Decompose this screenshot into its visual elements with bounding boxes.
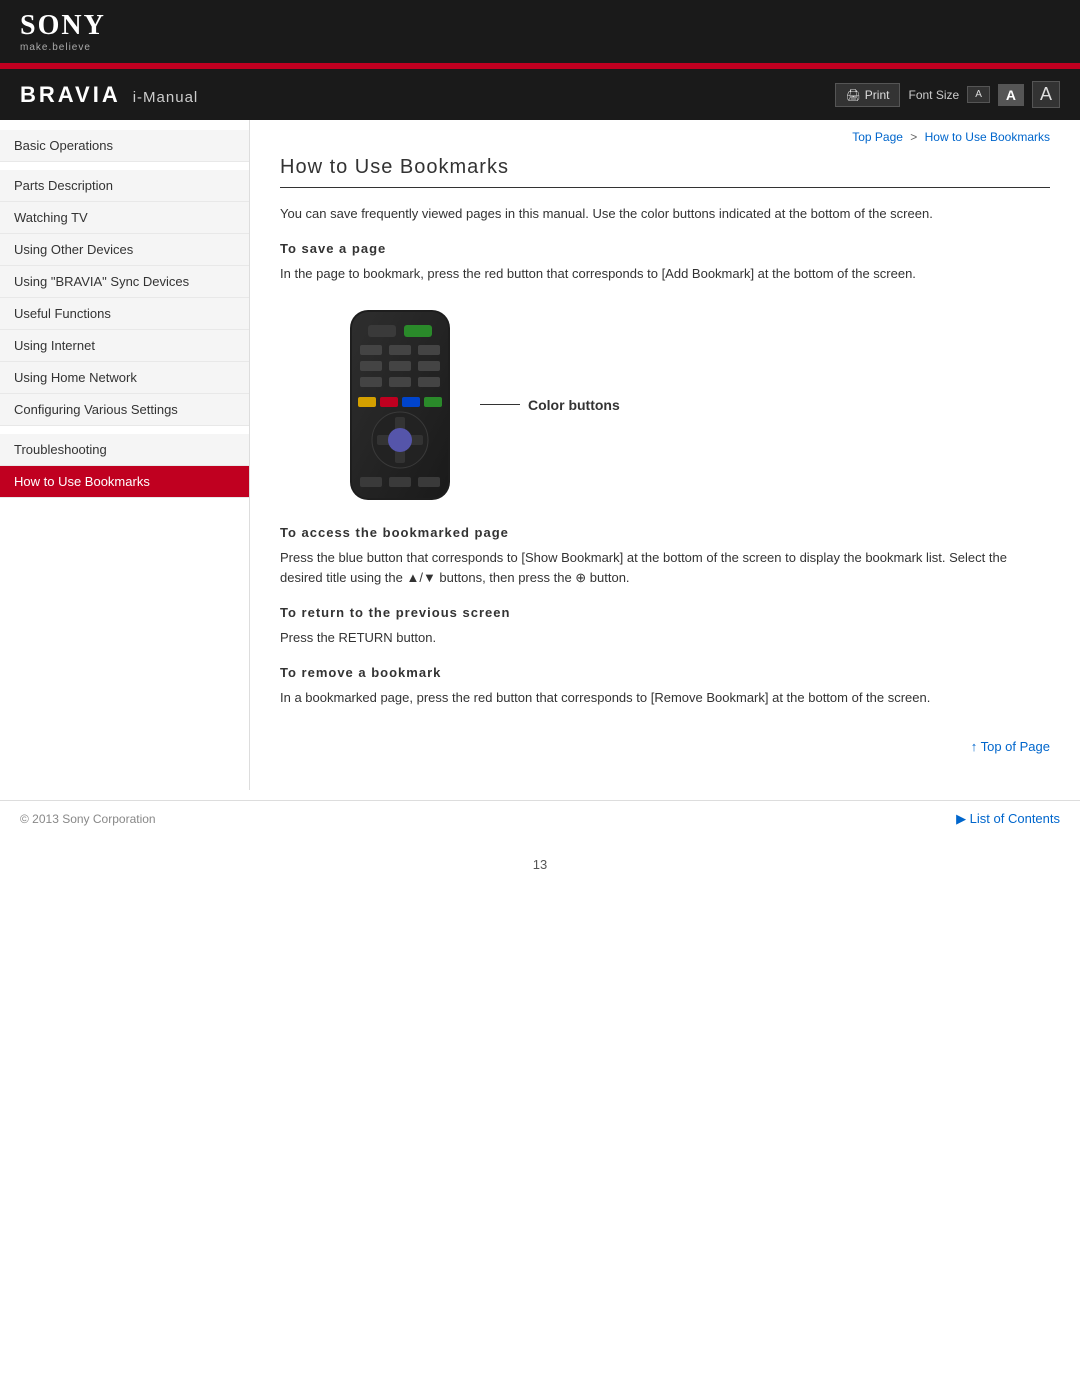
print-button[interactable]: 🖨 Print [835, 83, 901, 107]
font-large-button[interactable]: A [1032, 81, 1060, 108]
imanual-label: i-Manual [133, 89, 199, 106]
color-buttons-label: Color buttons [528, 397, 620, 413]
content-footer: ↑ Top of Page [280, 739, 1050, 754]
content-area: Top Page > How to Use Bookmarks How to U… [250, 120, 1080, 790]
annotation-line [480, 404, 520, 405]
page-number: 13 [0, 857, 1080, 872]
intro-text: You can save frequently viewed pages in … [280, 204, 1050, 225]
breadcrumb-current: How to Use Bookmarks [925, 130, 1050, 144]
sidebar: Basic Operations Parts Description Watch… [0, 120, 250, 790]
breadcrumb-separator: > [910, 130, 917, 144]
header-controls: 🖨 Print Font Size A A A [835, 81, 1060, 108]
sidebar-item-useful-functions[interactable]: Useful Functions [0, 298, 249, 330]
header-top: SONY make.believe [0, 0, 1080, 63]
font-size-label: Font Size [908, 88, 959, 102]
breadcrumb-top-page[interactable]: Top Page [852, 130, 903, 144]
top-of-page-link[interactable]: ↑ Top of Page [280, 739, 1050, 754]
remote-illustration: Color buttons [340, 305, 1050, 505]
font-medium-button[interactable]: A [998, 84, 1024, 106]
save-text: In the page to bookmark, press the red b… [280, 264, 1050, 285]
page-title: How to Use Bookmarks [280, 156, 1050, 188]
bravia-title: BRAVIA i-Manual [20, 82, 198, 108]
remove-subtitle: To remove a bookmark [280, 665, 1050, 680]
print-label: Print [865, 88, 890, 102]
copyright: © 2013 Sony Corporation [20, 812, 156, 826]
sony-logo: SONY [20, 10, 106, 41]
sidebar-item-bravia-sync[interactable]: Using "BRAVIA" Sync Devices [0, 266, 249, 298]
font-small-button[interactable]: A [967, 86, 990, 103]
sidebar-item-parts-description[interactable]: Parts Description [0, 170, 249, 202]
print-icon: 🖨 [846, 88, 861, 102]
sidebar-item-watching-tv[interactable]: Watching TV [0, 202, 249, 234]
sidebar-item-home-network[interactable]: Using Home Network [0, 362, 249, 394]
breadcrumb: Top Page > How to Use Bookmarks [280, 130, 1050, 144]
sidebar-item-troubleshooting[interactable]: Troubleshooting [0, 434, 249, 466]
bravia-brand: BRAVIA [20, 82, 121, 108]
list-of-contents-link[interactable]: ▶ List of Contents [956, 811, 1060, 827]
color-buttons-annotation: Color buttons [480, 397, 620, 413]
sidebar-item-basic-operations[interactable]: Basic Operations [0, 130, 249, 162]
page-footer: © 2013 Sony Corporation ▶ List of Conten… [0, 800, 1080, 837]
return-subtitle: To return to the previous screen [280, 605, 1050, 620]
sidebar-item-how-to-use-bookmarks[interactable]: How to Use Bookmarks [0, 466, 249, 498]
sidebar-item-configuring[interactable]: Configuring Various Settings [0, 394, 249, 426]
return-text: Press the RETURN button. [280, 628, 1050, 649]
remote-image [340, 305, 470, 505]
remove-text: In a bookmarked page, press the red butt… [280, 688, 1050, 709]
save-subtitle: To save a page [280, 241, 1050, 256]
main-layout: Basic Operations Parts Description Watch… [0, 120, 1080, 790]
sony-tagline: make.believe [20, 42, 106, 53]
access-text: Press the blue button that corresponds t… [280, 548, 1050, 590]
header-nav: BRAVIA i-Manual 🖨 Print Font Size A A A [0, 69, 1080, 120]
top-of-page-anchor[interactable]: ↑ Top of Page [971, 739, 1050, 754]
access-subtitle: To access the bookmarked page [280, 525, 1050, 540]
sidebar-item-using-other-devices[interactable]: Using Other Devices [0, 234, 249, 266]
sidebar-item-using-internet[interactable]: Using Internet [0, 330, 249, 362]
